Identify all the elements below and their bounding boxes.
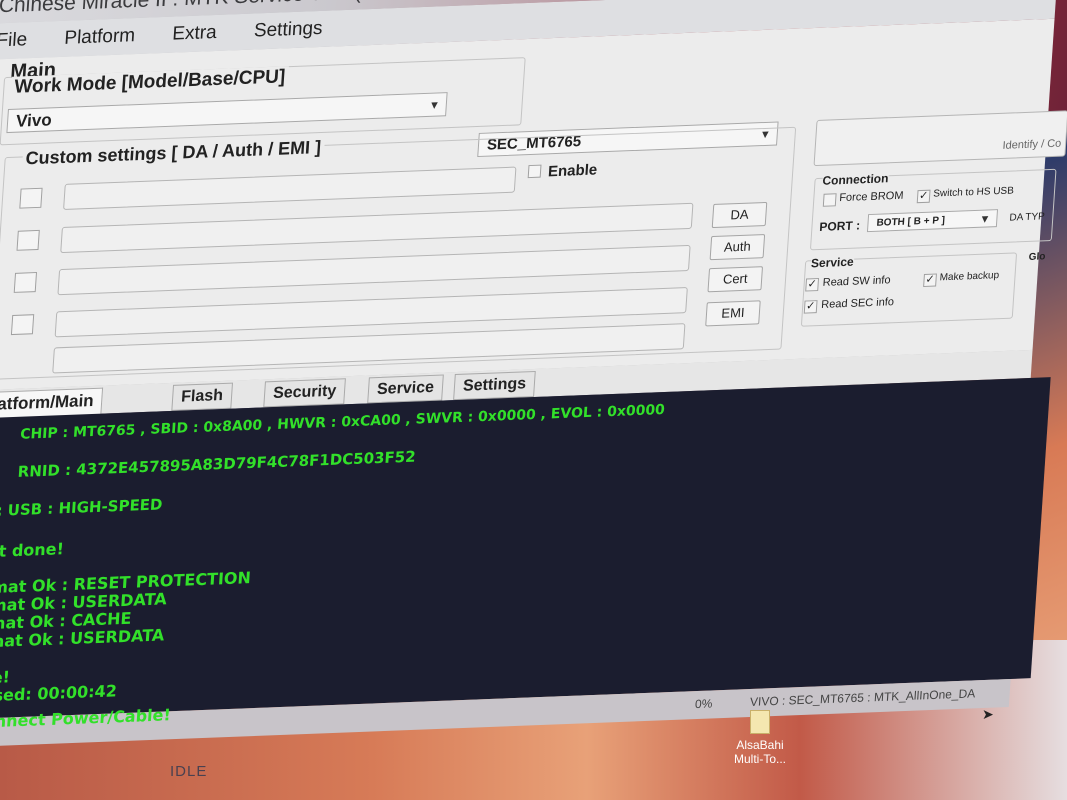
idle-status: IDLE [170,763,208,780]
menu-file[interactable]: File [0,29,28,51]
log-console[interactable]: CHIP : MT6765 , SBID : 0x8A00 , HWVR : 0… [0,377,1051,720]
tab-settings[interactable]: Settings [453,370,536,401]
force-brom-checkbox[interactable] [822,193,837,207]
tab-flash[interactable]: Flash [171,382,233,411]
make-backup-checkbox[interactable]: ✓ [923,273,937,288]
cert-checkbox[interactable] [10,314,35,336]
log-line: Boot done! [0,539,65,563]
port-value: BOTH [ B + P ] [876,215,946,229]
connection-label: Connection [822,171,889,188]
log-line: DA : USB : HIGH-SPEED [0,495,164,521]
identify-label: Identify / Co [1002,137,1062,152]
auth-row1-checkbox[interactable] [16,229,40,251]
auth-button[interactable]: Auth [709,234,766,261]
global-label: Glo [1028,251,1046,263]
read-sec-checkbox[interactable]: ✓ [803,300,818,314]
identify-box[interactable]: Identify / Co [813,110,1067,167]
app-window: Chinese Miracle II : MTK Service Tool ( … [0,0,1067,773]
mouse-cursor-icon: ➤ [982,706,994,722]
tab-security[interactable]: Security [263,378,347,408]
desktop-shortcut-label-2: Multi-To... [733,752,786,766]
da-type-label: DA TYP [1009,211,1046,224]
enable-label: Enable [547,161,598,181]
menu-extra[interactable]: Extra [172,22,218,45]
status-device-info: VIVO : SEC_MT6765 : MTK_AllInOne_DA [749,686,976,709]
force-brom-label: Force BROM [838,189,904,205]
main-panel: Main Work Mode [Model/Base/CPU] Vivo ▼ S… [0,18,1067,392]
port-label: PORT : [818,218,861,234]
desktop-shortcut-label-1: AlsaBahi [736,738,784,752]
port-combo[interactable]: BOTH [ B + P ] ▼ [866,209,999,233]
read-sw-checkbox[interactable]: ✓ [805,278,820,292]
make-backup-label: Make backup [939,270,1000,284]
menu-platform[interactable]: Platform [64,25,136,49]
da-checkbox[interactable] [19,187,43,209]
progress-percent: 0% [694,696,713,712]
model-value: Vivo [15,110,53,131]
chevron-down-icon: ▼ [428,99,441,112]
da-button[interactable]: DA [711,201,768,229]
desktop-shortcut[interactable]: AlsaBahi Multi-To... [725,710,795,766]
service-label: Service [810,254,855,271]
log-line: RNID : 4372E457895A83D79F4C78F1DC503F52 [17,447,417,481]
switch-hs-checkbox[interactable]: ✓ [916,189,931,204]
tab-service[interactable]: Service [367,374,444,404]
log-line: Elapsed: 00:00:42 [0,681,118,707]
chevron-down-icon: ▼ [979,213,991,226]
file-icon [750,710,770,734]
enable-checkbox[interactable] [527,164,542,179]
menu-settings[interactable]: Settings [253,18,323,42]
cert-button[interactable]: Cert [707,266,764,293]
auth-checkbox[interactable] [13,272,38,293]
emi-button[interactable]: EMI [705,300,761,327]
